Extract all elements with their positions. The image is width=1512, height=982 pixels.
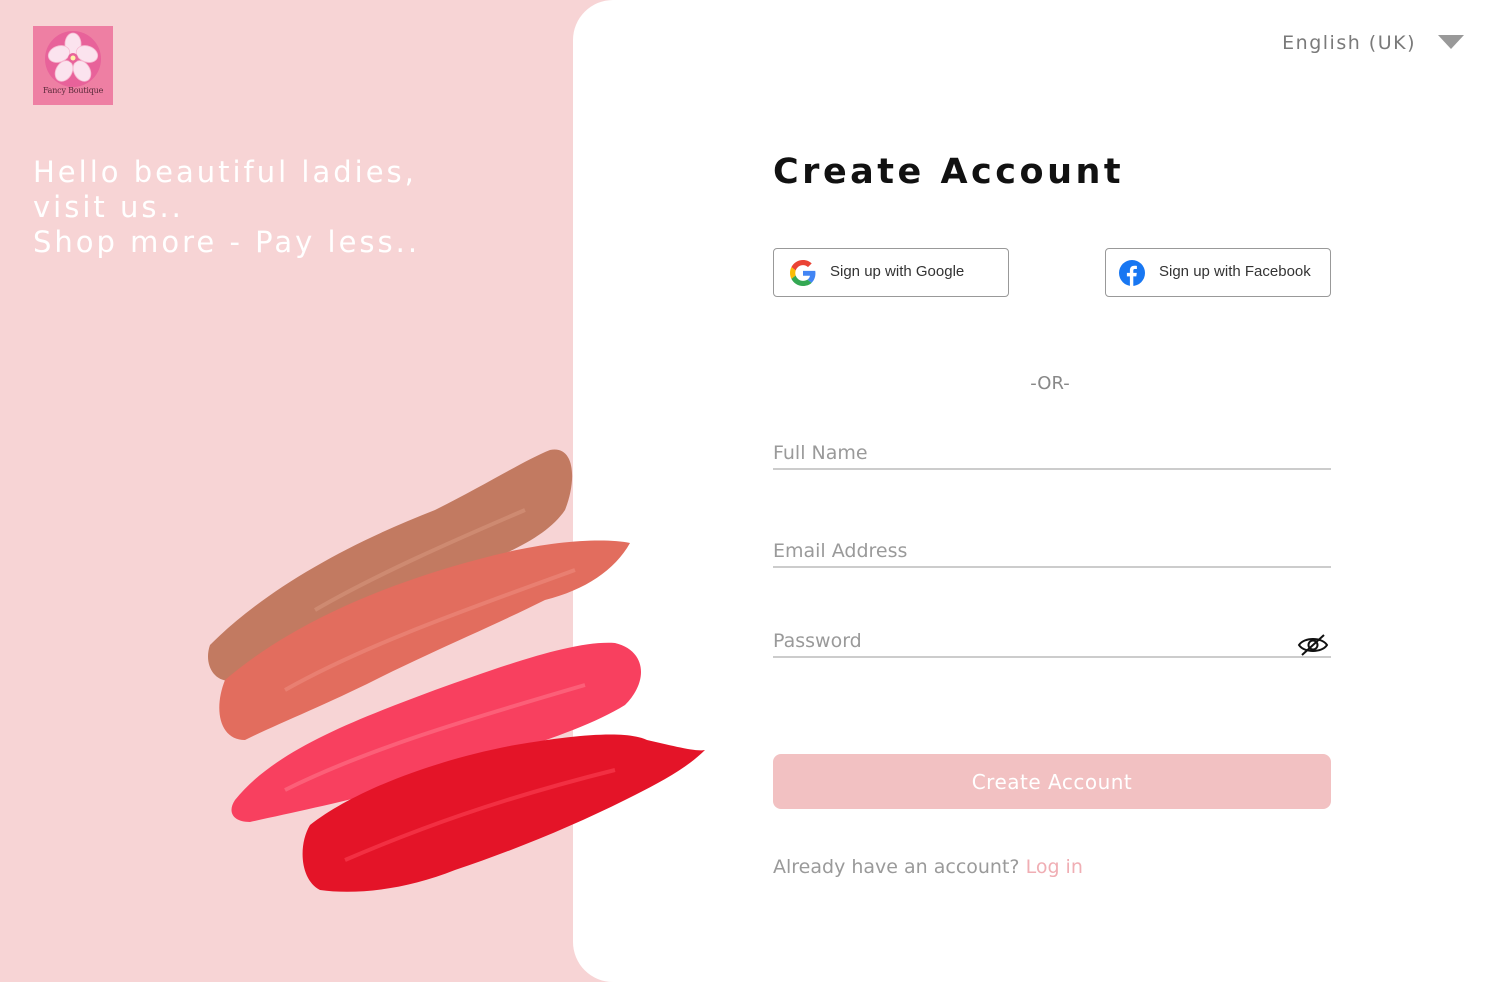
facebook-icon xyxy=(1119,260,1145,290)
facebook-signup-button[interactable]: Sign up with Facebook xyxy=(1105,248,1331,297)
triangle-down-icon[interactable] xyxy=(1438,35,1464,49)
brand-logo[interactable]: Fancy Boutique xyxy=(33,26,113,105)
facebook-signup-label: Sign up with Facebook xyxy=(1159,263,1311,280)
password-input[interactable] xyxy=(773,630,1331,658)
eye-slash-icon[interactable] xyxy=(1297,632,1329,662)
google-signup-button[interactable]: Sign up with Google xyxy=(773,248,1009,297)
lipstick-swatches-image xyxy=(207,449,705,892)
google-icon xyxy=(790,260,816,290)
google-signup-label: Sign up with Google xyxy=(830,263,965,280)
language-selector[interactable]: English (UK) xyxy=(1282,32,1416,54)
login-link[interactable]: Log in xyxy=(1026,856,1083,878)
email-input[interactable] xyxy=(773,540,1331,568)
page-title: Create Account xyxy=(773,152,1125,192)
hero-line-1: Hello beautiful ladies, visit us.. xyxy=(33,155,417,224)
full-name-input[interactable] xyxy=(773,442,1331,470)
login-prompt-text: Already have an account? xyxy=(773,856,1020,878)
hero-line-2: Shop more - Pay less.. xyxy=(33,225,421,259)
create-account-button[interactable]: Create Account xyxy=(773,754,1331,809)
brand-name: Fancy Boutique xyxy=(42,86,104,95)
or-separator: -OR- xyxy=(1030,373,1070,394)
login-prompt-line: Already have an account? Log in xyxy=(773,856,1083,878)
hero-tagline: Hello beautiful ladies, visit us.. Shop … xyxy=(33,155,493,260)
